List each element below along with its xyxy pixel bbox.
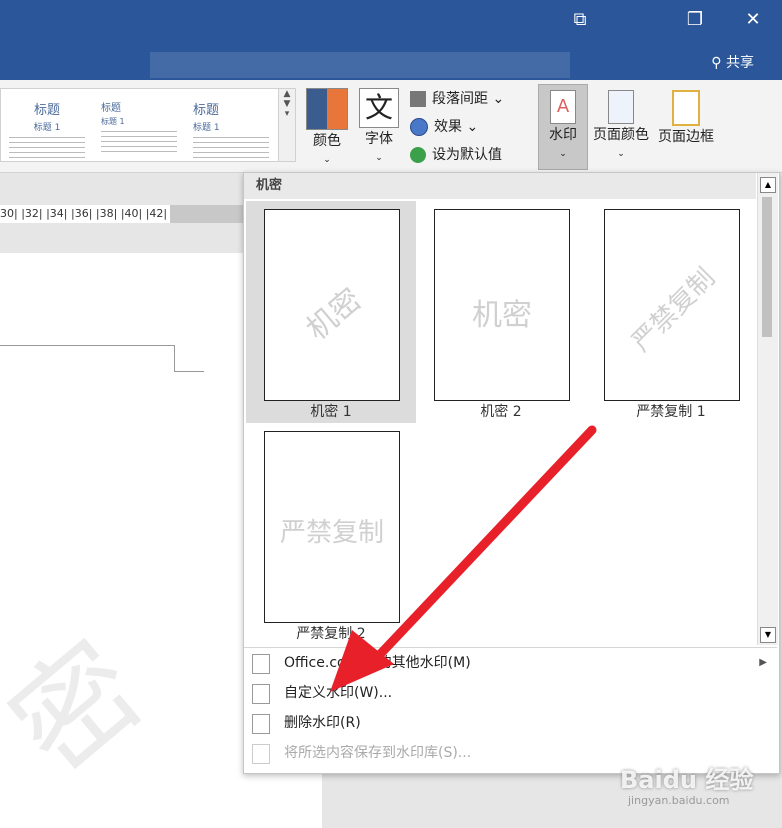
arrow-head [330, 630, 394, 692]
baidu-watermark: Baidu 经验 [620, 766, 754, 794]
annotation-arrow [330, 425, 597, 692]
arrow-shaft [365, 425, 597, 670]
baidu-url: jingyan.baidu.com [628, 794, 730, 807]
